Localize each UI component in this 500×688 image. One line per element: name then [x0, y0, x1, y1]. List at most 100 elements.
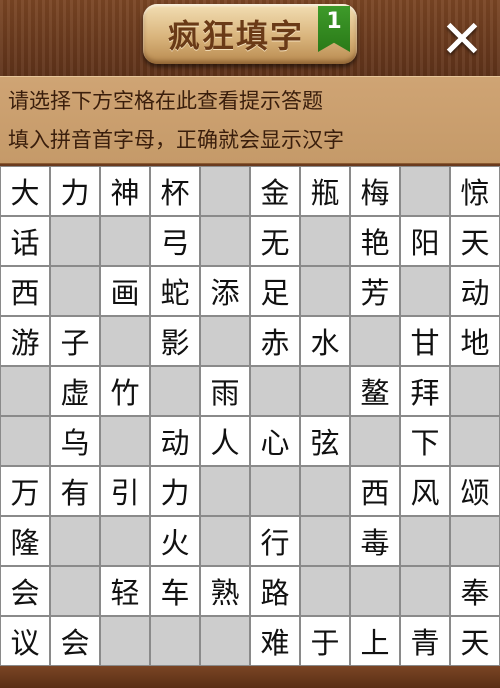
blocked-cell: [50, 266, 100, 316]
grid-cell[interactable]: 添: [200, 266, 250, 316]
blocked-cell: [300, 266, 350, 316]
grid-cell[interactable]: 画: [100, 266, 150, 316]
grid-cell[interactable]: 动: [150, 416, 200, 466]
grid-cell[interactable]: 神: [100, 166, 150, 216]
grid-cell[interactable]: 动: [450, 266, 500, 316]
grid-cell[interactable]: 水: [300, 316, 350, 366]
blocked-cell: [150, 616, 200, 666]
blocked-cell: [350, 416, 400, 466]
grid-cell[interactable]: 芳: [350, 266, 400, 316]
top-bar: 疯狂填字 1 ✕: [0, 0, 500, 76]
blocked-cell: [100, 216, 150, 266]
blocked-cell: [100, 316, 150, 366]
grid-cell[interactable]: 力: [150, 466, 200, 516]
grid-cell[interactable]: 路: [250, 566, 300, 616]
grid-cell[interactable]: 人: [200, 416, 250, 466]
grid-cell[interactable]: 赤: [250, 316, 300, 366]
grid-cell[interactable]: 上: [350, 616, 400, 666]
blocked-cell: [350, 566, 400, 616]
blocked-cell: [150, 366, 200, 416]
grid-cell[interactable]: 艳: [350, 216, 400, 266]
blocked-cell: [200, 216, 250, 266]
blocked-cell: [0, 416, 50, 466]
grid-cell[interactable]: 乌: [50, 416, 100, 466]
crossword-grid: 大力神杯金瓶梅惊话弓无艳阳天西画蛇添足芳动游子影赤水甘地虚竹雨鳌拜乌动人心弦下万…: [0, 166, 500, 666]
grid-cell[interactable]: 话: [0, 216, 50, 266]
blocked-cell: [400, 566, 450, 616]
grid-cell[interactable]: 议: [0, 616, 50, 666]
blocked-cell: [400, 166, 450, 216]
grid-cell[interactable]: 引: [100, 466, 150, 516]
blocked-cell: [100, 416, 150, 466]
grid-cell[interactable]: 西: [0, 266, 50, 316]
blocked-cell: [300, 366, 350, 416]
crossword-board: 大力神杯金瓶梅惊话弓无艳阳天西画蛇添足芳动游子影赤水甘地虚竹雨鳌拜乌动人心弦下万…: [0, 166, 500, 668]
grid-cell[interactable]: 青: [400, 616, 450, 666]
grid-cell[interactable]: 竹: [100, 366, 150, 416]
grid-cell[interactable]: 西: [350, 466, 400, 516]
grid-cell[interactable]: 惊: [450, 166, 500, 216]
grid-cell[interactable]: 风: [400, 466, 450, 516]
grid-cell[interactable]: 天: [450, 216, 500, 266]
grid-cell[interactable]: 雨: [200, 366, 250, 416]
grid-cell[interactable]: 下: [400, 416, 450, 466]
grid-cell[interactable]: 隆: [0, 516, 50, 566]
grid-cell[interactable]: 有: [50, 466, 100, 516]
grid-cell[interactable]: 虚: [50, 366, 100, 416]
grid-cell[interactable]: 游: [0, 316, 50, 366]
grid-cell[interactable]: 阳: [400, 216, 450, 266]
grid-cell[interactable]: 轻: [100, 566, 150, 616]
grid-cell[interactable]: 难: [250, 616, 300, 666]
grid-cell[interactable]: 蛇: [150, 266, 200, 316]
game-title: 疯狂填字: [167, 17, 304, 55]
grid-cell[interactable]: 会: [0, 566, 50, 616]
blocked-cell: [250, 366, 300, 416]
grid-cell[interactable]: 足: [250, 266, 300, 316]
grid-cell[interactable]: 心: [250, 416, 300, 466]
grid-cell[interactable]: 奉: [450, 566, 500, 616]
bottom-frame: [0, 666, 500, 688]
grid-cell[interactable]: 于: [300, 616, 350, 666]
grid-cell[interactable]: 金: [250, 166, 300, 216]
blocked-cell: [400, 266, 450, 316]
blocked-cell: [200, 516, 250, 566]
grid-cell[interactable]: 瓶: [300, 166, 350, 216]
grid-cell[interactable]: 熟: [200, 566, 250, 616]
blocked-cell: [50, 566, 100, 616]
hint-line-1: 请选择下方空格在此查看提示答题: [8, 89, 323, 113]
grid-cell[interactable]: 毒: [350, 516, 400, 566]
grid-cell[interactable]: 弦: [300, 416, 350, 466]
grid-cell[interactable]: 无: [250, 216, 300, 266]
close-button[interactable]: ✕: [432, 10, 492, 70]
close-icon: ✕: [440, 10, 484, 70]
blocked-cell: [250, 466, 300, 516]
grid-cell[interactable]: 拜: [400, 366, 450, 416]
grid-cell[interactable]: 颂: [450, 466, 500, 516]
grid-cell[interactable]: 力: [50, 166, 100, 216]
blocked-cell: [200, 166, 250, 216]
grid-cell[interactable]: 弓: [150, 216, 200, 266]
grid-cell[interactable]: 影: [150, 316, 200, 366]
blocked-cell: [300, 566, 350, 616]
grid-cell[interactable]: 车: [150, 566, 200, 616]
grid-cell[interactable]: 地: [450, 316, 500, 366]
grid-cell[interactable]: 大: [0, 166, 50, 216]
grid-cell[interactable]: 子: [50, 316, 100, 366]
grid-cell[interactable]: 甘: [400, 316, 450, 366]
grid-cell[interactable]: 行: [250, 516, 300, 566]
blocked-cell: [100, 516, 150, 566]
grid-cell[interactable]: 鳌: [350, 366, 400, 416]
blocked-cell: [300, 516, 350, 566]
grid-cell[interactable]: 天: [450, 616, 500, 666]
blocked-cell: [0, 366, 50, 416]
blocked-cell: [450, 416, 500, 466]
grid-cell[interactable]: 杯: [150, 166, 200, 216]
blocked-cell: [300, 466, 350, 516]
grid-cell[interactable]: 火: [150, 516, 200, 566]
grid-cell[interactable]: 会: [50, 616, 100, 666]
grid-cell[interactable]: 梅: [350, 166, 400, 216]
hint-panel: 请选择下方空格在此查看提示答题 填入拼音首字母，正确就会显示汉字: [0, 76, 500, 164]
grid-cell[interactable]: 万: [0, 466, 50, 516]
blocked-cell: [50, 216, 100, 266]
blocked-cell: [450, 516, 500, 566]
